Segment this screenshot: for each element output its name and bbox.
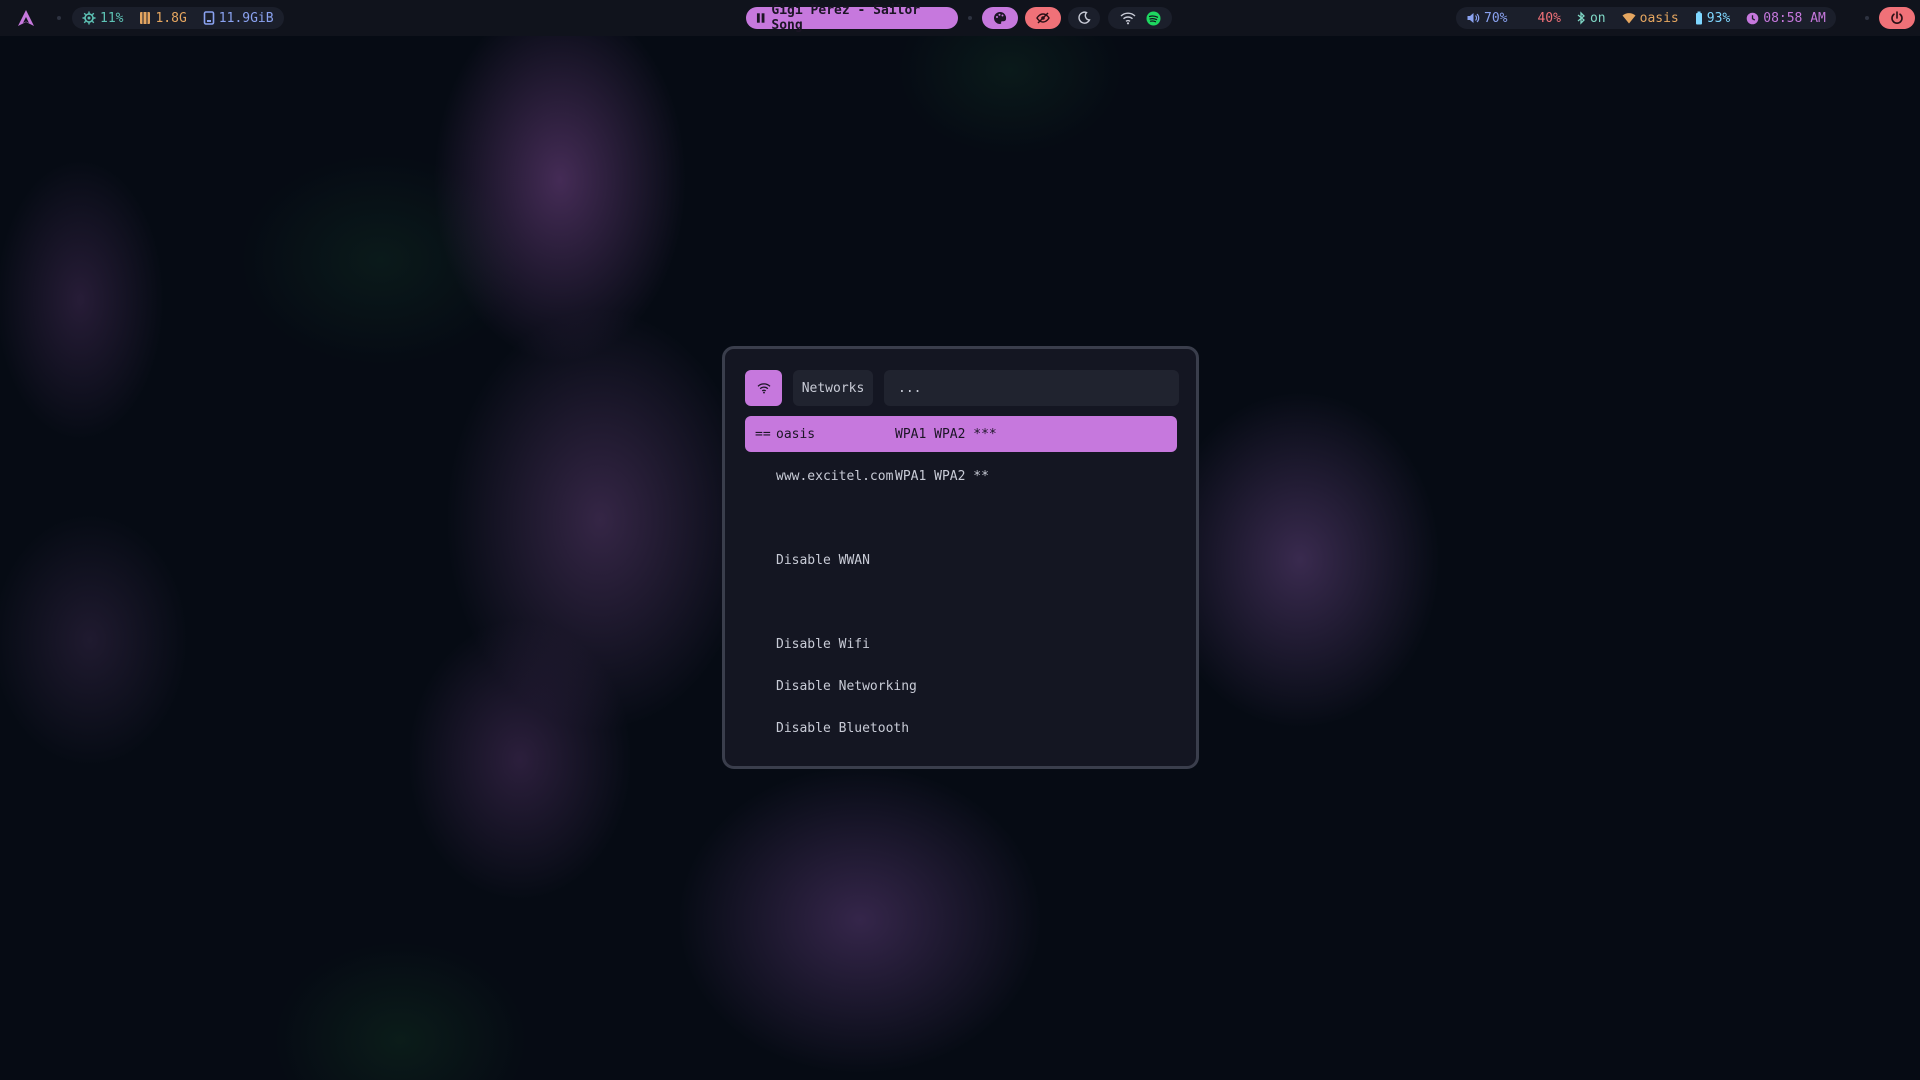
wifi-icon[interactable] (1120, 11, 1136, 25)
list-item[interactable]: Disable Wifi (745, 626, 1177, 662)
list-item[interactable]: www.excitel.com WPA1 WPA2 ** (745, 458, 1177, 494)
brightness-icon (1526, 12, 1532, 24)
top-bar: 11% 1.8G 11.9GiB Gigi Perez - Sailor Son… (0, 0, 1920, 36)
network-value: oasis (1639, 10, 1679, 26)
tray (1108, 7, 1172, 29)
wifi-icon (757, 383, 770, 394)
list-item[interactable] (745, 500, 1177, 536)
network-menu: Networks ... == oasis WPA1 WPA2 *** www.… (722, 346, 1199, 769)
bluetooth-icon (1577, 11, 1585, 25)
brightness-stat[interactable]: 40% (1523, 10, 1561, 26)
volume-value: 70% (1484, 10, 1508, 26)
menu-prompt: Networks (793, 370, 873, 406)
brightness-value: 40% (1537, 10, 1561, 26)
volume-icon (1467, 13, 1480, 23)
memory-stat[interactable]: 1.8G (139, 10, 187, 26)
power-button[interactable] (1879, 7, 1915, 29)
system-stats: 11% 1.8G 11.9GiB (72, 7, 284, 29)
battery-stat[interactable]: 93% (1695, 11, 1730, 26)
separator-dot (57, 16, 61, 20)
memory-value: 1.8G (155, 10, 187, 26)
disk-icon (203, 11, 215, 25)
entry-marker: == (755, 426, 771, 442)
cpu-stat[interactable]: 11% (82, 11, 123, 26)
cpu-icon (82, 11, 96, 25)
separator-dot (1865, 16, 1869, 20)
moon-icon (1078, 11, 1091, 24)
cpu-value: 11% (100, 10, 124, 26)
spotify-icon[interactable] (1146, 11, 1161, 26)
status-group: 70% 40% on oasis 93% 08:58 AM (1456, 7, 1836, 29)
night-mode-button[interactable] (1068, 7, 1100, 29)
network-icon (1622, 13, 1636, 24)
media-player[interactable]: Gigi Perez - Sailor Song (746, 3, 958, 33)
entry-label: Disable Bluetooth (776, 720, 910, 736)
network-stat[interactable]: oasis (1622, 11, 1679, 26)
clock[interactable]: 08:58 AM (1746, 11, 1826, 26)
bluetooth-stat[interactable]: on (1577, 11, 1606, 26)
arch-logo-icon (18, 10, 34, 26)
entry-label: oasis (776, 426, 816, 442)
search-input[interactable]: ... (884, 370, 1179, 406)
entry-security: WPA1 WPA2 ** (895, 468, 989, 484)
mode-button[interactable] (745, 370, 782, 406)
list-item[interactable]: Disable Networking (745, 668, 1177, 704)
battery-value: 93% (1706, 10, 1731, 26)
theme-button[interactable] (982, 7, 1018, 29)
volume-stat[interactable]: 70% (1466, 11, 1507, 26)
disk-stat[interactable]: 11.9GiB (203, 11, 274, 26)
launcher-button[interactable] (16, 8, 36, 32)
media-title: Gigi Perez - Sailor Song (771, 3, 921, 33)
entry-label: Disable WWAN (776, 552, 870, 568)
list-item[interactable] (745, 584, 1177, 620)
entry-label: www.excitel.com (776, 468, 894, 484)
memory-icon (140, 12, 151, 24)
entry-label: Disable Networking (776, 678, 917, 694)
list-item[interactable]: == oasis WPA1 WPA2 *** (745, 416, 1177, 452)
palette-icon (994, 11, 1007, 24)
separator-dot (968, 16, 972, 20)
list-item[interactable]: Disable Bluetooth (745, 710, 1177, 746)
idle-inhibitor-button[interactable] (1025, 7, 1061, 29)
entry-label: Disable Wifi (776, 636, 870, 652)
power-icon (1891, 11, 1903, 24)
entry-security: WPA1 WPA2 *** (895, 426, 997, 442)
bluetooth-value: on (1589, 10, 1606, 26)
list-item[interactable]: Disable WWAN (745, 542, 1177, 578)
clock-icon (1746, 12, 1759, 24)
battery-icon (1695, 11, 1702, 25)
eye-off-icon (1036, 12, 1050, 24)
disk-value: 11.9GiB (218, 10, 274, 26)
pause-icon[interactable] (756, 12, 765, 24)
clock-value: 08:58 AM (1763, 10, 1826, 26)
